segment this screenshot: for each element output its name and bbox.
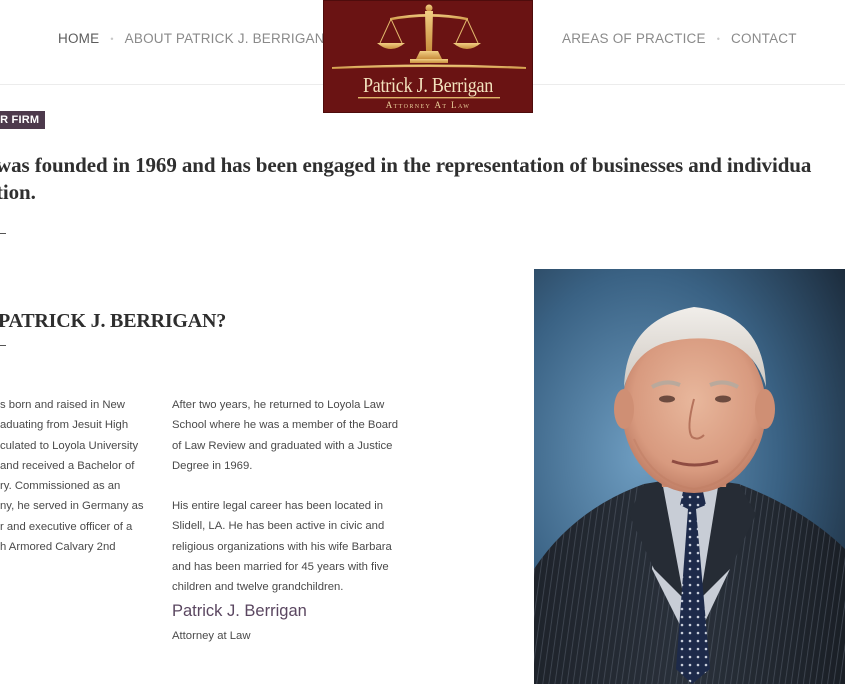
nav-contact-link[interactable]: CONTACT [731,31,797,46]
signature-title: Attorney at Law [172,630,251,642]
bio-line: School where he was a member of the Boar… [172,419,399,432]
nav-about-link[interactable]: ABOUT PATRICK J. BERRIGAN [125,31,325,46]
bio-line: s born and raised in New [0,399,125,411]
bio-line: and has been married for 45 years with f… [172,561,389,574]
bio-line: r and executive officer of a [0,520,133,533]
logo-tagline-text: Attorney At Law [385,100,471,110]
bio-paragraph-1: After two years, he returned to Loyola L… [172,395,398,476]
bio-line: Slidell, LA. He has been active in civic… [172,520,385,533]
bio-line: ry. Commissioned as an [0,480,121,493]
firm-intro-text: was founded in 1969 and has been engaged… [0,152,845,206]
bio-paragraph-2: His entire legal career has been located… [172,496,398,597]
portrait-illustration [534,269,845,684]
bio-line: His entire legal career has been located… [172,500,384,513]
nav-home-link[interactable]: HOME [58,31,99,46]
bio-line: of Law Review and graduated with a Justi… [172,439,393,452]
nav-areas-of-practice-link[interactable]: AREAS OF PRACTICE [562,31,706,46]
bio-line: culated to Loyola University [0,439,139,452]
primary-nav-left: HOME • ABOUT PATRICK J. BERRIGAN [58,31,325,46]
bio-column-right: After two years, he returned to Loyola L… [172,395,398,618]
bio-line: Degree in 1969. [172,459,253,472]
bio-line: children and twelve grandchildren. [172,581,344,594]
our-firm-badge: UR FIRM [0,111,46,129]
bio-line: aduating from Jesuit High [0,419,129,432]
site-logo[interactable]: Patrick J. Berrigan Attorney At Law [323,0,533,113]
signature-name: Patrick J. Berrigan [172,602,307,620]
bio-line: religious organizations with his wife Ba… [172,540,392,553]
attorney-portrait-photo [534,269,845,684]
nav-separator-dot-icon: • [716,33,721,44]
logo-name-text: Patrick J. Berrigan [362,73,494,97]
firm-intro-line-2: tion. [0,180,36,204]
primary-nav-right: AREAS OF PRACTICE • CONTACT [562,31,797,46]
firm-intro-line-1: was founded in 1969 and has been engaged… [0,153,812,177]
nav-separator-dot-icon: • [110,33,114,44]
bio-line: h Armored Calvary 2nd [0,541,116,554]
section-divider [0,233,6,234]
who-heading: PATRICK J. BERRIGAN? [0,310,227,332]
bio-line: and received a Bachelor of [0,459,135,472]
heading-divider [0,345,6,346]
bio-line: ny, he served in Germany as [0,500,144,513]
bio-column-left: s born and raised in New aduating from J… [0,395,144,557]
page: HOME • ABOUT PATRICK J. BERRIGAN AREAS O… [0,0,845,684]
bio-line: After two years, he returned to Loyola L… [172,399,385,411]
